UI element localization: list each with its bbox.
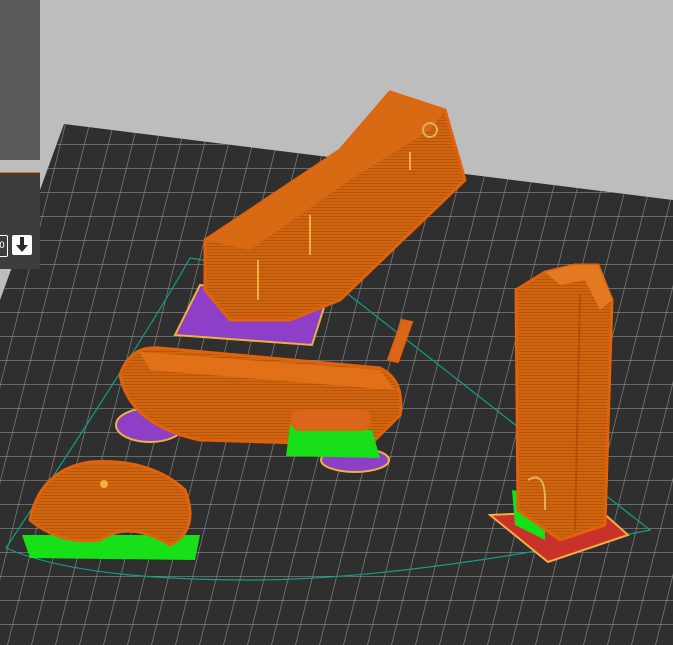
left-panel xyxy=(0,0,40,160)
view-toggle-icon[interactable]: 0 xyxy=(0,235,8,257)
part-hole xyxy=(100,480,108,488)
preview-viewport[interactable] xyxy=(0,0,673,645)
part-bar-notch xyxy=(291,409,371,431)
part-tall-piece xyxy=(514,263,614,542)
print-bed-scene xyxy=(0,90,673,645)
side-toolbar: 0 xyxy=(0,172,40,269)
download-arrow-icon[interactable] xyxy=(12,235,32,255)
